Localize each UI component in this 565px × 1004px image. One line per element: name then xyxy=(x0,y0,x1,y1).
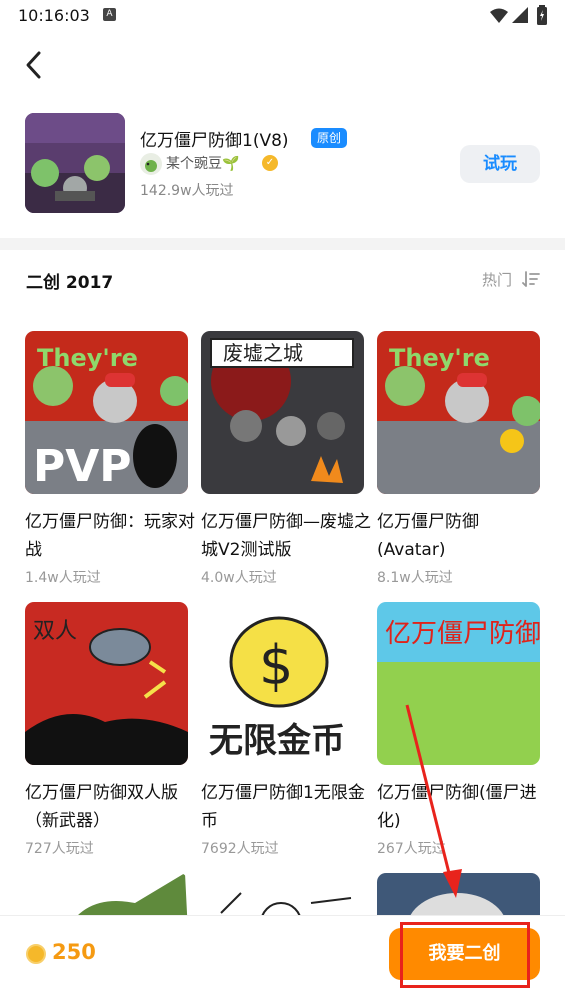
card-title-1[interactable]: 亿万僵尸防御：玩家对战 xyxy=(25,508,195,564)
card-art-text-4: 双人 xyxy=(33,619,77,644)
card-art-4: 双人 xyxy=(25,602,188,765)
card-art-text-1: PVP xyxy=(33,441,132,492)
section-divider xyxy=(0,238,565,250)
card-plays-6: 267人玩过 xyxy=(377,841,446,857)
card-thumbnail-2[interactable]: 废墟之城 xyxy=(201,331,364,494)
wifi-icon xyxy=(490,8,508,23)
coin-icon xyxy=(26,944,46,964)
card-thumbnail-1[interactable]: They're PVP xyxy=(25,331,188,494)
status-time: 10:16:03 xyxy=(18,6,90,25)
card-title-5[interactable]: 亿万僵尸防御1无限金币 xyxy=(201,779,371,835)
card-art-5: $ 无限金币 xyxy=(201,602,364,765)
notification-icon: A xyxy=(103,8,116,21)
author-name[interactable]: 某个豌豆🌱 xyxy=(166,153,239,173)
card-title-4[interactable]: 亿万僵尸防御双人版（新武器） xyxy=(25,779,195,835)
status-bar: 10:16:03 A xyxy=(0,0,565,32)
card-art-6: 亿万僵尸防御 xyxy=(377,602,540,765)
card-art-text-6: 亿万僵尸防御 xyxy=(385,619,540,649)
game-play-count: 142.9w人玩过 xyxy=(140,183,234,199)
game-title: 亿万僵尸防御1(V8) xyxy=(140,131,289,151)
sort-icon[interactable] xyxy=(522,270,540,288)
card-art-2: 废墟之城 xyxy=(201,331,364,494)
author-avatar[interactable] xyxy=(140,153,162,175)
card-thumbnail-3[interactable]: They're xyxy=(377,331,540,494)
highlight-box xyxy=(400,922,530,988)
original-badge: 原创 xyxy=(311,128,347,148)
coin-balance: 250 xyxy=(52,940,96,964)
try-play-button[interactable]: 试玩 xyxy=(460,145,540,183)
card-art-3: They're xyxy=(377,331,540,494)
card-plays-5: 7692人玩过 xyxy=(201,841,279,857)
battery-icon xyxy=(537,5,547,25)
game-thumbnail[interactable] xyxy=(25,113,125,213)
card-plays-2: 4.0w人玩过 xyxy=(201,570,277,586)
sort-label[interactable]: 热门 xyxy=(482,269,512,290)
verified-icon: ✓ xyxy=(262,155,278,171)
game-thumbnail-art xyxy=(25,113,125,213)
card-plays-3: 8.1w人玩过 xyxy=(377,570,453,586)
card-thumbnail-4[interactable]: 双人 xyxy=(25,602,188,765)
section-title: 二创 2017 xyxy=(26,273,114,293)
app-root: 10:16:03 A 亿万僵尸防御1(V8) 原创 某个豌豆🌱 ✓ 142.9w… xyxy=(0,0,565,1004)
svg-text:They're: They're xyxy=(389,344,490,372)
card-art-text-5: 无限金币 xyxy=(209,721,345,761)
card-art-1: They're PVP xyxy=(25,331,188,494)
card-thumbnail-5[interactable]: $ 无限金币 xyxy=(201,602,364,765)
signal-icon xyxy=(512,7,528,23)
card-art-text-2: 废墟之城 xyxy=(223,341,303,365)
card-plays-4: 727人玩过 xyxy=(25,841,94,857)
card-plays-1: 1.4w人玩过 xyxy=(25,570,101,586)
card-title-2[interactable]: 亿万僵尸防御—废墟之城V2测试版 xyxy=(201,508,371,564)
card-title-6[interactable]: 亿万僵尸防御(僵尸进化) xyxy=(377,779,547,835)
svg-text:$: $ xyxy=(259,634,293,697)
card-title-3[interactable]: 亿万僵尸防御(Avatar) xyxy=(377,508,547,564)
back-arrow-icon[interactable] xyxy=(22,50,46,80)
svg-text:They're: They're xyxy=(37,344,138,372)
card-thumbnail-6[interactable]: 亿万僵尸防御 xyxy=(377,602,540,765)
